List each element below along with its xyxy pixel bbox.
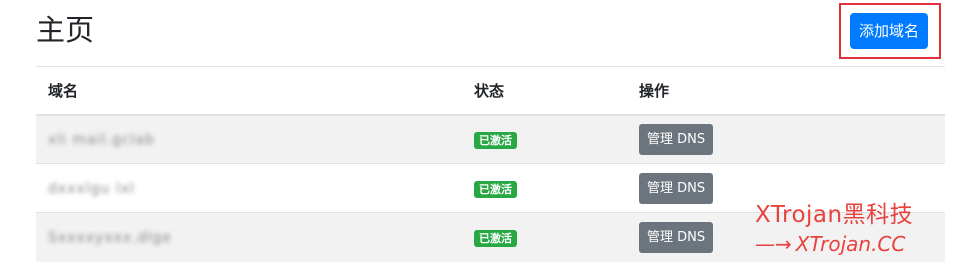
add-domain-highlight: 添加域名: [839, 3, 941, 59]
manage-dns-button[interactable]: 管理 DNS: [639, 172, 714, 204]
table-row: xli mail.gclab 已激活 管理 DNS: [36, 114, 945, 164]
status-cell: 已激活: [462, 115, 627, 164]
arrow-right-icon: —→: [755, 232, 792, 256]
status-cell: 已激活: [462, 164, 627, 213]
status-badge: 已激活: [474, 180, 517, 198]
watermark-url: XTrojan.CC: [795, 232, 906, 256]
manage-dns-button[interactable]: 管理 DNS: [639, 123, 714, 155]
column-header-actions: 操作: [639, 81, 670, 100]
domain-name-redacted: xli mail.gclab: [48, 132, 155, 149]
manage-dns-button[interactable]: 管理 DNS: [639, 221, 714, 253]
add-domain-button[interactable]: 添加域名: [850, 13, 928, 49]
domain-cell: dxxxlgu lxl: [36, 164, 462, 213]
domain-cell: xli mail.gclab: [36, 115, 462, 164]
domain-name-redacted: dxxxlgu lxl: [48, 181, 135, 197]
page: 主页 添加域名 域名 状态 操作 xli mail.gclab 已激活 管理 D…: [0, 0, 967, 267]
status-cell: 已激活: [462, 213, 627, 262]
action-cell: 管理 DNS: [627, 115, 945, 164]
page-title: 主页: [36, 13, 95, 47]
column-header-status: 状态: [474, 81, 505, 100]
watermark: XTrojan黑科技 —→ XTrojan.CC: [755, 201, 950, 259]
status-badge: 已激活: [474, 131, 517, 149]
watermark-title: XTrojan黑科技: [755, 202, 914, 228]
table-header-row: 域名 状态 操作: [36, 66, 945, 115]
column-header-domain: 域名: [48, 81, 79, 100]
domain-name-redacted: Sxxxxyxxx.dlge: [48, 230, 172, 247]
watermark-url-line: —→ XTrojan.CC: [755, 229, 950, 259]
status-badge: 已激活: [474, 229, 517, 247]
domain-cell: Sxxxxyxxx.dlge: [36, 213, 462, 262]
table-header: 域名 状态 操作: [36, 66, 945, 115]
